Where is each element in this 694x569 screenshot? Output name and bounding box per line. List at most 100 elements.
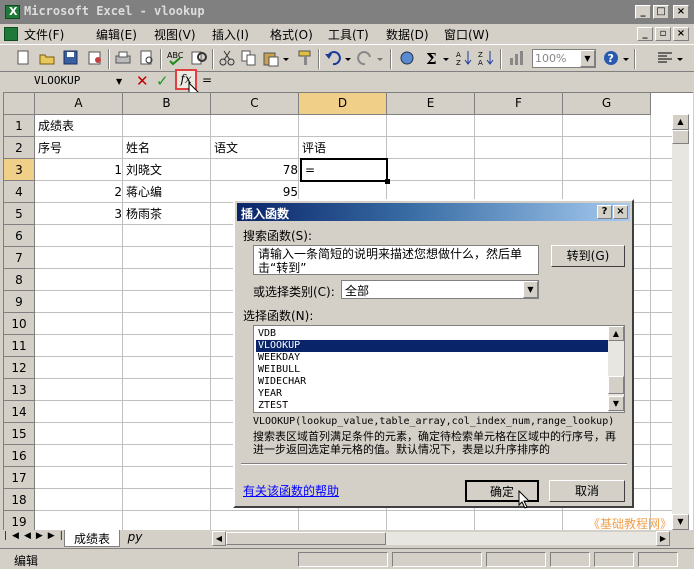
vertical-scrollbar[interactable]: ▲ ▼ [672, 114, 689, 530]
name-box[interactable]: VLOOKUP ▼ [4, 72, 128, 90]
autosum-dropdown-icon[interactable] [442, 49, 450, 67]
excel-app-icon[interactable] [5, 5, 20, 19]
row-header-8[interactable]: 8 [4, 269, 35, 291]
permission-icon[interactable] [86, 49, 104, 67]
row-header-2[interactable]: 2 [4, 137, 35, 159]
list-scroll-thumb[interactable] [608, 376, 624, 394]
column-header-A[interactable]: A [35, 93, 123, 115]
list-scroll-up-icon[interactable]: ▲ [608, 326, 624, 341]
cell-D2[interactable]: 评语 [302, 137, 326, 159]
research-icon[interactable] [190, 49, 208, 67]
function-item-selected[interactable]: VLOOKUP [256, 340, 608, 352]
undo-icon[interactable] [324, 49, 342, 67]
tab-navigation-icons[interactable]: |◀◀▶▶| [4, 531, 68, 541]
cell-B3[interactable]: 刘晓文 [126, 159, 162, 181]
row-header-5[interactable]: 5 [4, 203, 35, 225]
function-item[interactable]: ZTEST [256, 400, 608, 412]
doc-restore-button[interactable]: ▫ [655, 27, 671, 41]
cell-C3[interactable]: 78 [212, 159, 298, 181]
scroll-down-icon[interactable]: ▼ [672, 514, 689, 530]
function-listbox[interactable]: VDB VLOOKUP WEEKDAY WEIBULL WIDECHAR YEA… [253, 325, 625, 413]
cell-B2[interactable]: 姓名 [126, 137, 150, 159]
function-help-link[interactable]: 有关该函数的帮助 [243, 482, 339, 499]
row-header-4[interactable]: 4 [4, 181, 35, 203]
scroll-right-icon[interactable]: ▶ [656, 531, 670, 546]
row-header-14[interactable]: 14 [4, 401, 35, 423]
row-header-19[interactable]: 19 [4, 511, 35, 530]
search-function-input[interactable]: 请输入一条简短的说明来描述您想做什么，然后单击“转到” [253, 245, 539, 275]
function-list-scrollbar[interactable]: ▲ ▼ [608, 326, 624, 412]
active-cell-D3[interactable]: = [300, 158, 390, 184]
cancel-button[interactable]: 取消 [549, 480, 625, 502]
format-painter-icon[interactable] [296, 49, 314, 67]
align-left-icon[interactable] [656, 49, 674, 67]
undo-dropdown-icon[interactable] [344, 49, 352, 67]
list-scroll-down-icon[interactable]: ▼ [608, 396, 624, 411]
enter-entry-icon[interactable]: ✓ [156, 72, 169, 90]
h-scroll-thumb[interactable] [226, 532, 386, 545]
workbook-icon[interactable] [4, 27, 18, 41]
row-header-17[interactable]: 17 [4, 467, 35, 489]
cell-A1[interactable]: 成绩表 [38, 115, 74, 137]
doc-minimize-button[interactable]: _ [637, 27, 653, 41]
sort-ascending-icon[interactable]: AZ [456, 49, 474, 67]
cell-A5[interactable]: 3 [36, 203, 122, 225]
column-header-C[interactable]: C [211, 93, 299, 115]
row-header-18[interactable]: 18 [4, 489, 35, 511]
chart-wizard-icon[interactable] [508, 49, 526, 67]
redo-dropdown-icon[interactable] [376, 49, 384, 67]
function-item[interactable]: WEEKDAY [256, 352, 608, 364]
redo-icon[interactable] [356, 49, 374, 67]
doc-close-button[interactable]: × [673, 27, 689, 41]
name-box-dropdown-icon[interactable]: ▼ [116, 77, 122, 86]
menu-file[interactable]: 文件(F) [24, 26, 64, 43]
zoom-combobox[interactable]: 100% ▼ [532, 49, 596, 68]
toolbar-options-icon[interactable] [622, 49, 630, 67]
row-header-12[interactable]: 12 [4, 357, 35, 379]
formula-input[interactable]: = [200, 73, 690, 90]
menu-insert[interactable]: 插入(I) [212, 26, 249, 43]
hyperlink-icon[interactable] [398, 49, 416, 67]
chevron-down-icon[interactable]: ▼ [580, 50, 595, 67]
cell-A4[interactable]: 2 [36, 181, 122, 203]
chevron-down-icon[interactable]: ▼ [523, 281, 538, 298]
new-icon[interactable] [14, 49, 32, 67]
row-header-15[interactable]: 15 [4, 423, 35, 445]
minimize-button[interactable]: _ [635, 5, 651, 19]
print-preview-icon[interactable] [138, 49, 156, 67]
row-header-3[interactable]: 3 [4, 159, 35, 181]
scroll-left-icon[interactable]: ◀ [212, 531, 226, 546]
dialog-help-icon[interactable]: ? [597, 205, 612, 219]
row-header-1[interactable]: 1 [4, 115, 35, 137]
column-header-B[interactable]: B [123, 93, 211, 115]
column-header-D[interactable]: D [299, 93, 387, 115]
cell-B4[interactable]: 蒋心编 [126, 181, 162, 203]
row-header-16[interactable]: 16 [4, 445, 35, 467]
row-header-7[interactable]: 7 [4, 247, 35, 269]
sheet-tab[interactable]: py [120, 530, 150, 546]
cut-icon[interactable] [218, 49, 236, 67]
help-icon[interactable]: ? [602, 49, 620, 67]
paste-icon[interactable] [262, 49, 280, 67]
column-header-E[interactable]: E [387, 93, 475, 115]
function-item[interactable]: YEAR [256, 388, 608, 400]
select-all-corner[interactable] [4, 93, 35, 115]
go-button[interactable]: 转到(G) [551, 245, 625, 267]
print-icon[interactable] [114, 49, 132, 67]
sort-descending-icon[interactable]: ZA [478, 49, 496, 67]
menu-data[interactable]: 数据(D) [386, 26, 429, 43]
menu-format[interactable]: 格式(O) [270, 26, 313, 43]
scroll-thumb[interactable] [672, 130, 689, 144]
autosum-icon[interactable]: Σ [424, 49, 442, 68]
cell-C2[interactable]: 语文 [214, 137, 238, 159]
dialog-title-bar[interactable]: 插入函数 ? × [237, 203, 630, 221]
fill-handle[interactable] [385, 179, 390, 184]
row-header-13[interactable]: 13 [4, 379, 35, 401]
open-icon[interactable] [38, 49, 56, 67]
maximize-button[interactable]: □ [653, 5, 669, 19]
row-header-6[interactable]: 6 [4, 225, 35, 247]
spelling-icon[interactable]: ABC [166, 49, 184, 67]
function-item[interactable]: VDB [256, 328, 608, 340]
row-header-11[interactable]: 11 [4, 335, 35, 357]
cell-B5[interactable]: 杨雨茶 [126, 203, 162, 225]
